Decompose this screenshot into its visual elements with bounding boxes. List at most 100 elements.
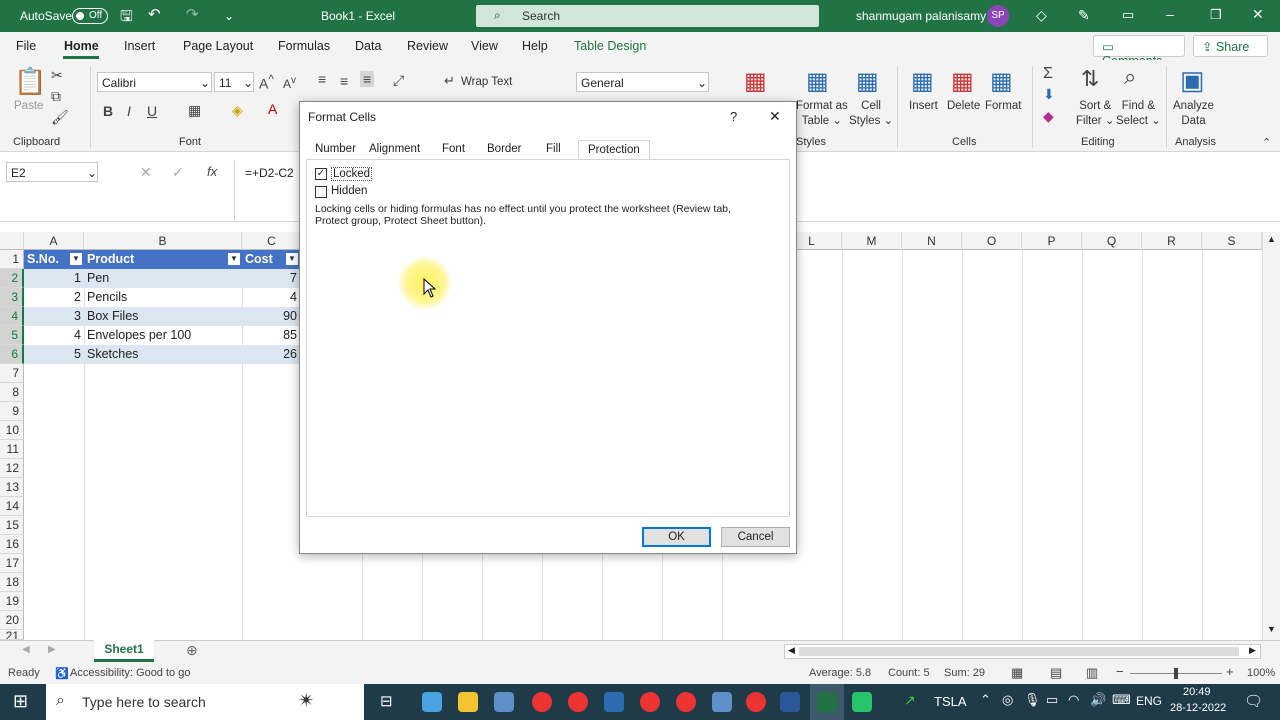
table-header-cell[interactable]: Product ▼ <box>84 250 242 269</box>
task-view-icon[interactable]: ⊟ <box>380 692 393 710</box>
chrome-icon[interactable] <box>676 692 696 712</box>
excel-taskbar-button[interactable] <box>810 684 844 720</box>
align-bottom-icon[interactable]: ≡ <box>360 71 375 87</box>
page-layout-view-icon[interactable]: ▤ <box>1050 665 1062 681</box>
row-header[interactable]: 1 <box>0 250 24 269</box>
cancel-formula-icon[interactable]: ✕ <box>140 164 152 181</box>
column-header[interactable]: S <box>1202 232 1262 250</box>
row-header[interactable]: 6 <box>0 345 24 364</box>
row-header[interactable]: 3 <box>0 288 24 307</box>
column-header[interactable]: A <box>24 232 84 250</box>
tab-font[interactable]: Font <box>442 140 465 160</box>
collapse-ribbon-icon[interactable]: ⌃ <box>1262 136 1271 149</box>
minimize-icon[interactable]: – <box>1166 6 1174 22</box>
paste-button[interactable]: Paste <box>14 99 43 114</box>
undo-icon[interactable]: ↶ <box>148 5 161 23</box>
user-name[interactable]: shanmugam palanisamy <box>856 9 986 23</box>
close-icon[interactable]: ✕ <box>1252 6 1264 23</box>
wrap-text-button[interactable]: Wrap Text <box>461 75 512 90</box>
row-header[interactable]: 21 <box>0 630 24 640</box>
decrease-font-icon[interactable]: Av <box>283 75 296 91</box>
row-header[interactable]: 10 <box>0 421 24 440</box>
row-header[interactable]: 16 <box>0 535 24 554</box>
align-top-icon[interactable]: ≡ <box>318 71 326 87</box>
windows-start-icon[interactable]: ⊞ <box>13 691 28 712</box>
table-cell[interactable]: 3 <box>24 307 84 326</box>
app-icon[interactable] <box>712 692 732 712</box>
row-header[interactable]: 8 <box>0 383 24 402</box>
row-header[interactable]: 4 <box>0 307 24 326</box>
row-header[interactable]: 20 <box>0 611 24 630</box>
tab-help[interactable]: Help <box>522 39 548 53</box>
tab-formulas[interactable]: Formulas <box>278 39 330 53</box>
underline-icon[interactable]: U <box>147 103 157 119</box>
app-icon[interactable] <box>852 692 872 712</box>
tab-data[interactable]: Data <box>355 39 381 53</box>
italic-icon[interactable]: I <box>127 103 131 119</box>
find-select-icon[interactable]: ⌕ <box>1124 64 1136 90</box>
table-cell[interactable]: 90 <box>242 307 300 326</box>
table-cell[interactable]: Pencils <box>84 288 242 307</box>
insert-cells-icon[interactable]: ▦ <box>911 67 934 96</box>
align-middle-icon[interactable]: ≡ <box>340 73 348 89</box>
ribbon-display-icon[interactable]: ▭ <box>1122 7 1134 23</box>
select-all-corner[interactable] <box>0 232 24 250</box>
customize-qat-icon[interactable]: ⌄ <box>224 9 234 23</box>
tab-border[interactable]: Border <box>487 140 522 160</box>
clear-icon[interactable]: ◆ <box>1043 108 1054 125</box>
orientation-icon[interactable]: ⤢ <box>393 72 404 89</box>
paste-icon[interactable]: 📋 <box>14 66 46 97</box>
restore-icon[interactable]: ❐ <box>1210 7 1222 23</box>
normal-view-icon[interactable]: ▦ <box>1011 665 1023 681</box>
ok-button[interactable]: OK <box>642 527 711 547</box>
word-icon[interactable] <box>780 692 800 712</box>
table-cell[interactable]: 1 <box>24 269 84 288</box>
tab-insert[interactable]: Insert <box>124 39 155 53</box>
column-header[interactable]: Q <box>1082 232 1142 250</box>
hidden-checkbox[interactable] <box>315 186 327 198</box>
locked-checkbox[interactable]: ✓ <box>315 168 327 180</box>
diamond-icon[interactable]: ◇ <box>1036 7 1047 24</box>
file-explorer-icon[interactable] <box>458 692 478 712</box>
zoom-thumb[interactable] <box>1174 668 1178 679</box>
tab-protection[interactable]: Protection <box>578 140 650 160</box>
column-header[interactable]: O <box>962 232 1022 250</box>
zoom-out-icon[interactable]: − <box>1116 664 1124 679</box>
table-cell[interactable]: 4 <box>24 326 84 345</box>
tab-table-design[interactable]: Table Design <box>574 39 646 53</box>
sort-filter-button[interactable]: Sort & Filter ⌄ <box>1076 99 1114 129</box>
row-header[interactable]: 15 <box>0 516 24 535</box>
chrome-icon[interactable] <box>532 692 552 712</box>
tab-alignment[interactable]: Alignment <box>369 140 420 160</box>
help-button[interactable]: ? <box>730 109 737 124</box>
row-header[interactable]: 5 <box>0 326 24 345</box>
tab-number[interactable]: Number <box>315 140 356 160</box>
app-icon[interactable] <box>422 692 442 712</box>
stock-ticker[interactable]: TSLA <box>934 694 967 709</box>
number-format-select[interactable]: General ⌄ <box>576 72 709 92</box>
row-header[interactable]: 11 <box>0 440 24 459</box>
bold-icon[interactable]: B <box>103 103 113 119</box>
chrome-icon[interactable] <box>640 692 660 712</box>
chrome-icon[interactable] <box>746 692 766 712</box>
font-color-icon[interactable]: A <box>268 101 277 117</box>
table-cell[interactable]: 26 <box>242 345 300 364</box>
cut-icon[interactable]: ✂ <box>51 67 63 84</box>
defender-icon[interactable] <box>604 692 624 712</box>
enter-formula-icon[interactable]: ✓ <box>172 164 184 181</box>
increase-font-icon[interactable]: A^ <box>259 73 274 92</box>
tab-file[interactable]: File <box>16 39 36 53</box>
table-cell[interactable]: 2 <box>24 288 84 307</box>
format-as-table-button[interactable]: Format as Table ⌄ <box>796 99 848 129</box>
cell-styles-button[interactable]: Cell Styles ⌄ <box>849 99 893 129</box>
hidden-label[interactable]: Hidden <box>331 185 367 197</box>
fill-color-icon[interactable]: ◈ <box>232 102 243 119</box>
zoom-level[interactable]: 100% <box>1247 667 1275 679</box>
table-cell[interactable]: 4 <box>242 288 300 307</box>
sheet-tab[interactable]: Sheet1 <box>94 640 154 662</box>
find-select-button[interactable]: Find & Select ⌄ <box>1116 99 1161 129</box>
page-break-view-icon[interactable]: ▥ <box>1086 665 1098 681</box>
redo-icon[interactable]: ↷ <box>186 5 199 23</box>
row-header[interactable]: 7 <box>0 364 24 383</box>
autosave-toggle[interactable]: Off <box>72 8 108 24</box>
